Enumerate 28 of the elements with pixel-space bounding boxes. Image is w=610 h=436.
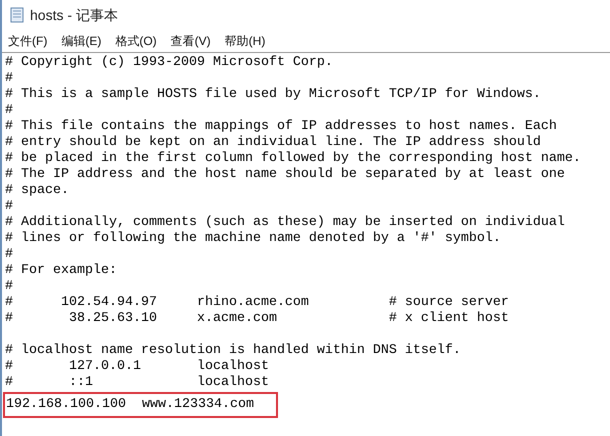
- menu-item[interactable]: 格式(O): [115, 32, 157, 50]
- text-line: #: [5, 247, 13, 262]
- text-line: # 127.0.0.1 localhost: [5, 359, 269, 374]
- text-line: # Copyright (c) 1993-2009 Microsoft Corp.: [5, 55, 333, 70]
- text-line: 192.168.100.100 www.123334.com: [6, 397, 254, 412]
- menu-item[interactable]: 帮助(H): [224, 32, 266, 50]
- menu-item[interactable]: 查看(V): [170, 32, 211, 50]
- notepad-icon: [10, 7, 24, 23]
- text-line: # lines or following the machine name denoted by a '#' symbol.: [5, 231, 501, 246]
- text-line: # be placed in the first column followed by the corresponding host name.: [5, 151, 581, 166]
- text-line: #: [5, 279, 13, 294]
- text-line: #: [5, 199, 13, 214]
- text-line: # Additionally, comments (such as these) may be inserted on individual: [5, 215, 565, 230]
- text-line: # For example:: [5, 263, 117, 278]
- menu-item[interactable]: 编辑(E): [61, 32, 102, 50]
- text-line: # space.: [5, 183, 69, 198]
- text-line: # The IP address and the host name should be separated by at least one: [5, 167, 565, 182]
- text-line: # localhost name resolution is handled within DNS itself.: [5, 343, 461, 358]
- text-line: # entry should be kept on an individual line. The IP address should: [5, 135, 541, 150]
- text-line: #: [5, 71, 13, 86]
- text-line: #: [5, 103, 13, 118]
- text-line: # This file contains the mappings of IP addresses to host names. Each: [5, 119, 557, 134]
- window-title: hosts - 记事本: [30, 6, 118, 24]
- text-line: # 102.54.94.97 rhino.acme.com # source server: [5, 295, 509, 310]
- menu-item[interactable]: 文件(F): [8, 32, 48, 50]
- text-line: # 38.25.63.10 x.acme.com # x client host: [5, 311, 509, 326]
- text-line: # This is a sample HOSTS file used by Microsoft TCP/IP for Windows.: [5, 87, 541, 102]
- text-line: # ::1 localhost: [5, 375, 269, 390]
